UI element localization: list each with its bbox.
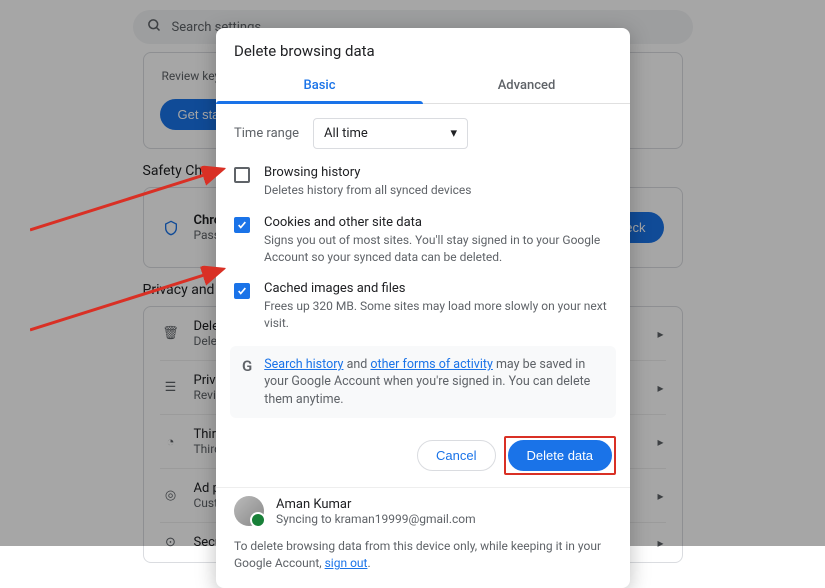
synced-profile: Aman Kumar Syncing to kraman19999@gmail.…	[216, 487, 630, 538]
avatar	[234, 496, 264, 526]
delete-highlight: Delete data	[504, 436, 617, 475]
checkbox-browsing-history[interactable]	[234, 167, 250, 183]
option-label: Cached images and files	[264, 281, 612, 296]
chevron-down-icon: ▾	[451, 126, 458, 141]
annotation-arrow	[30, 160, 230, 240]
other-activity-link[interactable]: other forms of activity	[370, 357, 492, 372]
profile-name: Aman Kumar	[276, 497, 476, 512]
option-desc: Frees up 320 MB. Some sites may load mor…	[264, 298, 612, 332]
delete-browsing-data-dialog: Delete browsing data Basic Advanced Time…	[216, 28, 630, 588]
time-range-select[interactable]: All time ▾	[313, 118, 468, 149]
search-history-link[interactable]: Search history	[264, 357, 343, 372]
sign-out-link[interactable]: sign out	[325, 556, 368, 570]
option-label: Browsing history	[264, 165, 472, 180]
tab-advanced[interactable]: Advanced	[423, 70, 630, 103]
delete-data-button[interactable]: Delete data	[508, 440, 613, 471]
checkbox-cache[interactable]	[234, 283, 250, 299]
option-desc: Deletes history from all synced devices	[264, 182, 472, 199]
tab-basic[interactable]: Basic	[216, 70, 423, 103]
annotation-arrow	[30, 260, 230, 340]
cancel-button[interactable]: Cancel	[417, 440, 495, 471]
option-label: Cookies and other site data	[264, 215, 612, 230]
option-desc: Signs you out of most sites. You'll stay…	[264, 232, 612, 266]
google-activity-info: G Search history and other forms of acti…	[230, 346, 616, 419]
dialog-title: Delete browsing data	[216, 28, 630, 70]
checkbox-cookies[interactable]	[234, 217, 250, 233]
google-g-icon: G	[242, 356, 252, 377]
profile-sync-status: Syncing to kraman19999@gmail.com	[276, 512, 476, 526]
time-range-value: All time	[324, 126, 368, 141]
time-range-label: Time range	[234, 126, 299, 141]
